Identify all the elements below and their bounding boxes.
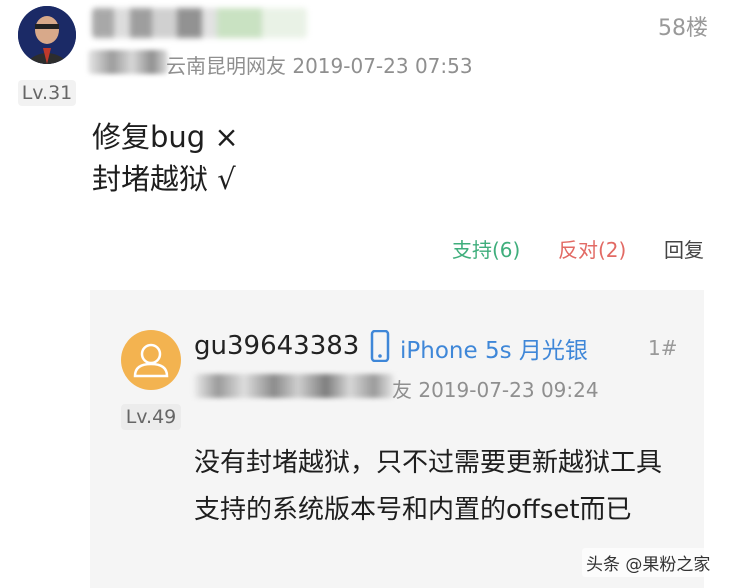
reply-meta: 友 2019-07-23 09:24 xyxy=(392,374,599,403)
reply-username[interactable]: gu39643383 xyxy=(194,331,359,361)
user-silhouette-icon xyxy=(133,343,169,378)
author-name-redacted xyxy=(92,8,307,38)
reply-location: 友 xyxy=(392,378,412,402)
post-content: 修复bug × 封堵越狱 √ xyxy=(92,116,239,200)
watermark: 头条 @果粉之家 xyxy=(582,548,715,577)
post-content-line: 封堵越狱 √ xyxy=(92,162,236,196)
reply-location-redacted xyxy=(194,374,394,398)
post-time: 2019-07-23 07:53 xyxy=(292,54,473,78)
reply-content: 没有封堵越狱，只不过需要更新越狱工具支持的系统版本号和内置的offset而已 xyxy=(194,448,663,525)
support-button[interactable]: 支持(6) xyxy=(452,234,520,263)
phone-icon xyxy=(370,329,390,366)
reply-time: 2019-07-23 09:24 xyxy=(418,378,599,402)
post-floor-number: 58楼 xyxy=(658,16,708,41)
reply-card xyxy=(90,290,704,588)
reply-device-link[interactable]: iPhone 5s 月光银 xyxy=(400,331,588,365)
author-photo xyxy=(18,6,76,64)
reply-level-badge: Lv.49 xyxy=(121,404,181,430)
oppose-button[interactable]: 反对(2) xyxy=(558,234,626,263)
post-meta: 云南昆明网友 2019-07-23 07:53 xyxy=(166,50,473,79)
reply-avatar[interactable] xyxy=(121,330,181,390)
author-avatar[interactable] xyxy=(18,6,76,64)
post-location: 云南昆明网友 xyxy=(166,54,286,78)
author-location-redacted xyxy=(88,50,168,74)
reply-floor-number: 1# xyxy=(648,336,678,360)
reply-button[interactable]: 回复 xyxy=(664,234,704,263)
post-content-line: 修复bug × xyxy=(92,120,239,154)
author-level-badge: Lv.31 xyxy=(18,80,76,106)
